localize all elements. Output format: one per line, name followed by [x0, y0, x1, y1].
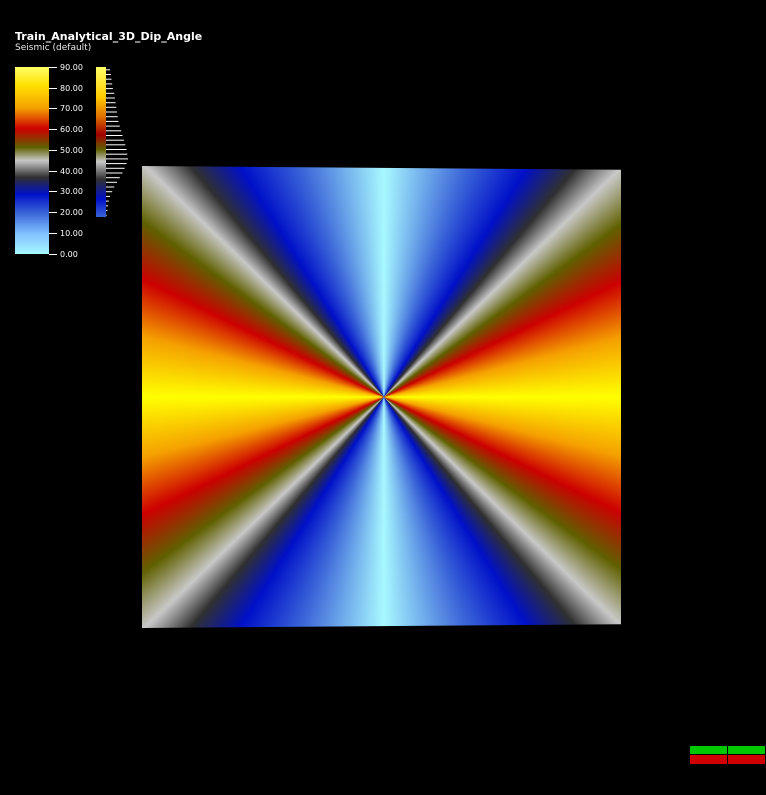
colorbar-tick [49, 254, 57, 255]
colorbar-tick-label: 90.00 [60, 63, 83, 72]
histogram-bar [106, 83, 113, 85]
colormap-name[interactable]: Seismic (default) [15, 43, 91, 54]
colorbar-tick-label: 70.00 [60, 104, 83, 113]
histogram-bar [106, 158, 128, 160]
axis-divider [727, 746, 728, 764]
colorbar-tick [49, 150, 57, 151]
histogram-bar [106, 200, 109, 202]
histogram-bar [106, 69, 111, 71]
colorbar-tick-label: 60.00 [60, 125, 83, 134]
colorbar-tick [49, 108, 57, 109]
colorbar-tick [49, 212, 57, 213]
colorbar-tick-label: 80.00 [60, 84, 83, 93]
histogram-bar [106, 120, 119, 122]
histogram-bar [106, 144, 126, 146]
histogram-bar [106, 167, 125, 169]
histogram-bar [106, 186, 115, 188]
histogram-bar [106, 130, 122, 132]
histogram-bar [106, 181, 117, 183]
colorbar-tick [49, 233, 57, 234]
histogram-bar [106, 163, 127, 165]
colorbar-tick [49, 88, 57, 89]
histogram-bar [106, 210, 108, 211]
colorbar-tick [49, 129, 57, 130]
histogram-bar [106, 205, 109, 207]
histogram-bar [106, 177, 120, 179]
histogram-bar [106, 139, 124, 141]
histogram-bar [106, 191, 113, 193]
attribute-title: Train_Analytical_3D_Dip_Angle [15, 30, 203, 43]
axis-separator [690, 754, 765, 755]
colorbar-tick-label: 30.00 [60, 187, 83, 196]
histogram-bar [106, 125, 120, 127]
histogram-bar [106, 214, 107, 216]
histogram-bar [106, 97, 115, 99]
histogram-bar [106, 172, 123, 174]
histogram-bar [106, 88, 113, 90]
histogram-bar [106, 78, 112, 80]
histogram-bar [106, 106, 117, 108]
histogram-bar [106, 111, 117, 113]
histogram-bar [106, 135, 123, 136]
histogram-bar [106, 92, 115, 94]
colorbar-tick-label: 50.00 [60, 146, 83, 155]
colorbar-tick-label: 40.00 [60, 167, 83, 176]
histogram-bar [106, 116, 118, 118]
histogram-bar [106, 149, 127, 150]
colorbar-tick [49, 191, 57, 192]
colorbar-tick-label: 10.00 [60, 229, 83, 238]
colorbar-tick-label: 20.00 [60, 208, 83, 217]
seismic-section[interactable] [142, 166, 621, 628]
orientation-axis-icon[interactable] [690, 746, 765, 764]
colorbar-tick-label: 0.00 [60, 250, 78, 259]
colorbar-tick [49, 171, 57, 172]
colorbar[interactable] [15, 67, 49, 254]
histogram[interactable] [96, 67, 136, 222]
histogram-bar [106, 195, 111, 197]
histogram-bar [106, 74, 111, 75]
histogram-bar [106, 102, 116, 104]
histogram-bar [106, 153, 128, 155]
colorbar-tick [49, 67, 57, 68]
